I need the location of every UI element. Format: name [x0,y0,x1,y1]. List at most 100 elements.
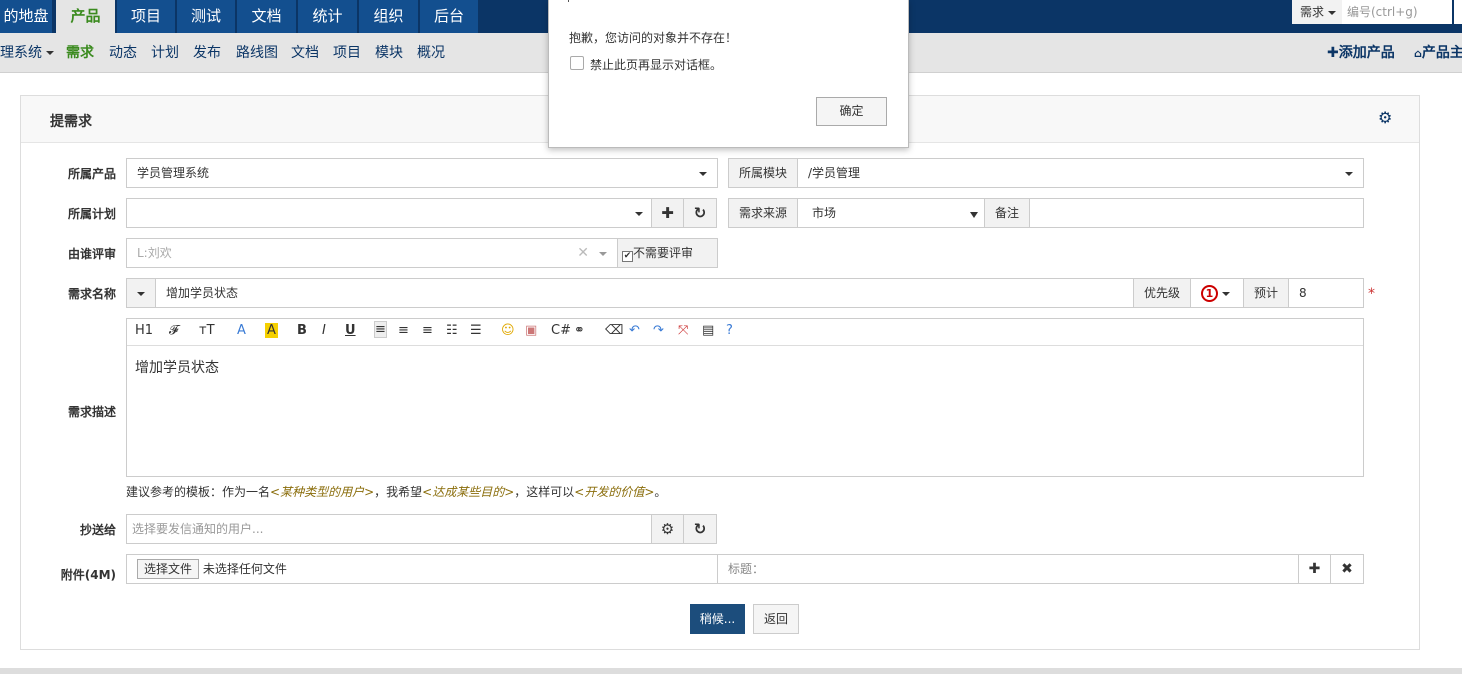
fullscreen-icon[interactable]: ⤧ [678,323,688,338]
refresh-icon: ↻ [693,520,707,538]
priority-select[interactable]: 1 [1190,278,1244,308]
cc-settings-button[interactable]: ⚙ [651,514,684,544]
link-icon[interactable]: ⚭ [574,323,585,338]
file-input[interactable]: 选择文件 未选择任何文件 [126,554,718,584]
tab-test[interactable]: 测试 [177,0,235,33]
file-title-input[interactable]: 标题： [717,554,1299,584]
italic-icon[interactable]: I [322,323,326,338]
cc-input[interactable]: 选择要发信通知的用户... [126,514,652,544]
font-family-icon[interactable]: 𝓕 [169,323,179,338]
add-file-button[interactable]: ✚ [1298,554,1331,584]
chevron-down-icon [46,51,55,55]
add-product-label: 添加产品 [1338,45,1395,61]
note-label: 备注 [984,198,1030,228]
save-button[interactable]: 稍候... [690,604,745,634]
product-select[interactable]: 学员管理系统 [126,158,718,188]
dialog-message: 抱歉，您访问的对象并不存在！ [569,31,738,45]
ordered-list-icon[interactable]: ☷ [446,323,458,338]
module-select[interactable]: /学员管理 [797,158,1364,188]
tab-report[interactable]: 统计 [298,0,357,33]
subnav-plan[interactable]: 计划 [151,33,179,73]
subnav-story[interactable]: 需求 [66,33,94,73]
subnav-module[interactable]: 模块 [375,33,403,73]
search-input[interactable]: 编号(ctrl+g) [1342,0,1452,24]
description-input[interactable]: 增加学员状态 [135,357,219,377]
align-right-icon[interactable]: ≡ [422,323,433,338]
source-select[interactable]: 市场 [797,198,985,228]
reviewer-select[interactable]: L:刘欢 ✕ [126,238,618,268]
color-picker-button[interactable] [126,278,156,308]
reviewer-value: L:刘欢 [137,246,172,260]
hint-text: ，我希望 [374,485,423,499]
alert-dialog: 抱歉，您访问的对象并不存在！ 禁止此页再显示对话框。 确定 [548,0,909,148]
suppress-checkbox[interactable] [570,56,584,70]
help-icon[interactable]: ? [726,323,733,338]
hint-text: ，这样可以 [514,485,575,499]
code-icon[interactable]: C# [551,323,571,338]
plan-select[interactable] [126,198,652,228]
subnav-project[interactable]: 项目 [333,33,361,73]
estimate-input[interactable]: 8 [1288,278,1364,308]
tab-project[interactable]: 项目 [117,0,175,33]
align-left-icon[interactable]: ≡ [374,321,387,338]
tab-my[interactable]: 的地盘 [0,0,52,33]
add-plan-button[interactable]: ✚ [651,198,684,228]
subnav-doc[interactable]: 文档 [291,33,319,73]
tab-doc[interactable]: 文档 [237,0,296,33]
hint-text: 。 [654,485,667,499]
highlight-color-icon[interactable]: A [265,323,278,338]
product-switcher[interactable]: 理系统 [0,33,55,73]
search-type-select[interactable]: 需求 [1292,0,1342,24]
close-icon: ✖ [1341,561,1353,577]
tab-admin[interactable]: 后台 [420,0,478,33]
paste-text-icon[interactable]: ▤ [702,323,714,338]
clear-icon[interactable]: ✕ [577,239,589,267]
bold-icon[interactable]: B [297,323,307,338]
unordered-list-icon[interactable]: ☰ [470,323,482,338]
priority-badge: 1 [1201,285,1218,302]
undo-icon[interactable]: ↶ [629,323,640,338]
product-home-link[interactable]: ⌂产品主 [1414,33,1462,74]
plan-label: 所属计划 [67,207,116,221]
refresh-plan-button[interactable]: ↻ [683,198,717,228]
product-switcher-label: 理系统 [0,45,42,61]
subnav-dynamic[interactable]: 动态 [109,33,137,73]
image-icon[interactable]: ▣ [525,323,537,338]
align-center-icon[interactable]: ≡ [398,323,409,338]
subnav-release[interactable]: 发布 [193,33,221,73]
story-name-label: 需求名称 [67,287,116,301]
underline-icon[interactable]: U [345,323,356,338]
no-review-toggle[interactable]: ✔ 不需要评审 [617,238,718,268]
plus-icon: ✚ [1327,45,1339,61]
remove-file-button[interactable]: ✖ [1330,554,1364,584]
font-size-icon[interactable]: тT [199,323,215,338]
back-button[interactable]: 返回 [753,604,799,634]
font-color-icon[interactable]: A [237,323,246,338]
redo-icon[interactable]: ↷ [653,323,664,338]
cc-refresh-button[interactable]: ↻ [683,514,717,544]
priority-label: 优先级 [1133,278,1191,308]
add-product-link[interactable]: ✚添加产品 [1327,33,1395,73]
tab-company[interactable]: 组织 [359,0,418,33]
story-name-input[interactable]: 增加学员状态 [155,278,1134,308]
ok-button[interactable]: 确定 [816,97,887,126]
choose-file-button[interactable]: 选择文件 [137,559,200,579]
search-button[interactable] [1454,0,1462,24]
emoticon-icon[interactable]: ☺ [501,323,515,338]
tab-product[interactable]: 产品 [56,0,115,33]
clear-format-icon[interactable]: ⌫ [605,323,623,338]
subnav-roadmap[interactable]: 路线图 [236,33,278,73]
chevron-down-icon [137,291,145,296]
note-input[interactable] [1029,198,1364,228]
checkbox-checked-icon[interactable]: ✔ [622,251,633,262]
subnav-view[interactable]: 概况 [417,33,445,73]
product-label: 所属产品 [67,167,116,181]
source-value: 市场 [812,206,837,220]
gear-icon[interactable]: ⚙ [1378,108,1392,127]
scrollbar[interactable] [0,668,1462,674]
reviewer-label: 由谁评审 [67,247,116,261]
chevron-down-icon [970,212,978,218]
heading-icon[interactable]: H1 [135,323,153,338]
no-review-label: 不需要评审 [633,246,694,260]
chevron-down-icon [1221,291,1230,296]
